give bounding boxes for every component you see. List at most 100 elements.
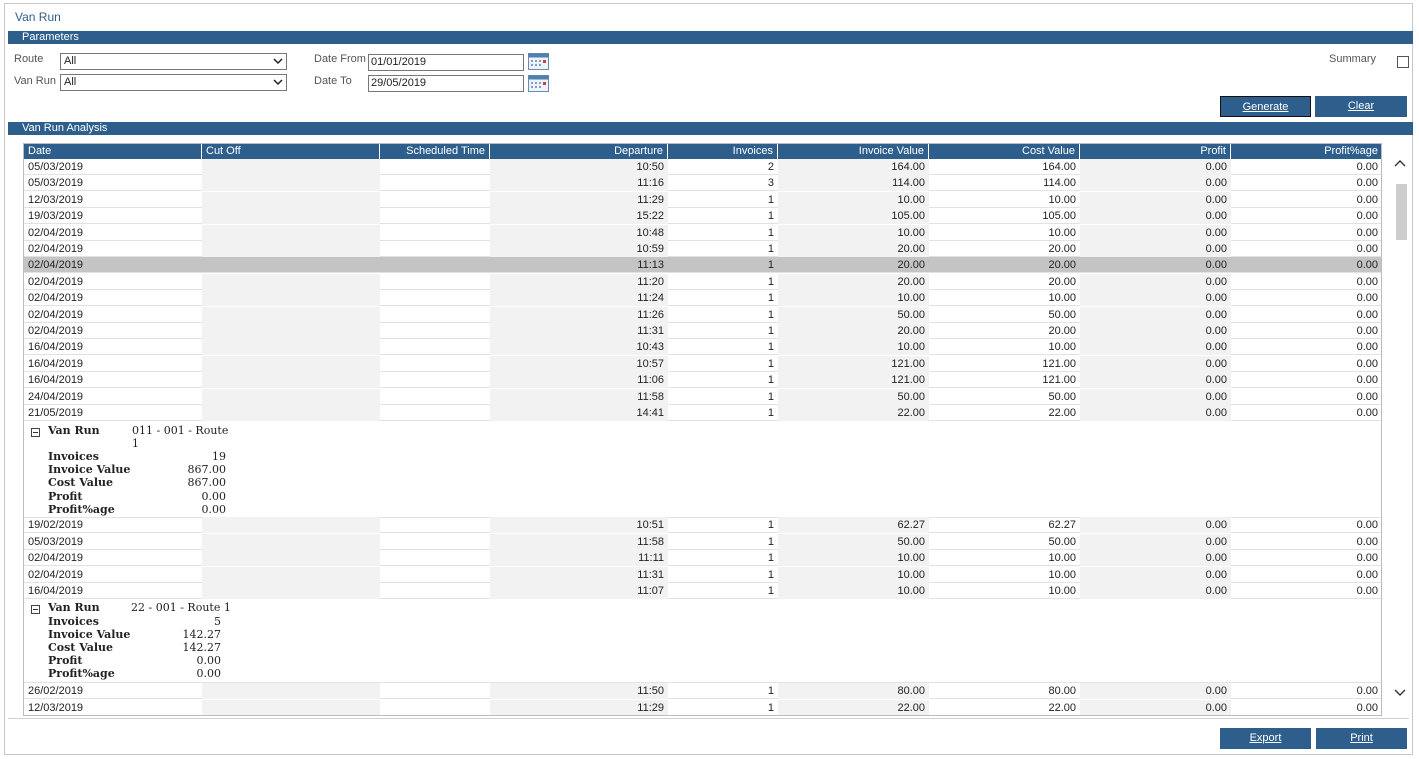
cell-profit: 0.00 [1080,159,1231,175]
print-button[interactable]: Print [1316,728,1407,749]
route-select[interactable]: All [60,53,287,70]
cell-cut-off [202,550,380,566]
cell-invoice-value: 10.00 [778,290,929,307]
table-row[interactable]: 05/03/2019 11:16 3 114.00 114.00 0.00 0.00 [24,175,1381,192]
cell-invoices: 1 [767,210,774,223]
cell-profit-pct: 0.00 [1356,535,1378,548]
cell-cost-value: 105.00 [1042,210,1076,223]
calendar-icon[interactable] [528,53,549,70]
column-header-profit-pct[interactable]: Profit%age [1231,144,1381,159]
cell-scheduled-time [380,372,490,388]
summary-checkbox[interactable] [1397,56,1409,68]
cell-cut-off [202,175,380,192]
cell-invoice-value: 50.00 [778,388,929,405]
clear-button[interactable]: Clear [1315,96,1407,117]
date-to-input[interactable]: 29/05/2019 [368,75,524,92]
column-header-date[interactable]: Date [24,144,202,159]
collapse-icon[interactable] [31,605,40,614]
vanrun-select[interactable]: All [60,74,287,91]
cell-invoice-value: 22.00 [778,405,929,421]
cell-cost-value: 114.00 [1043,177,1076,190]
cell-cut-off [202,241,380,257]
cell-invoices: 1 [767,226,774,239]
cell-scheduled-time [380,208,490,224]
cell-profit: 0.00 [1080,191,1231,208]
column-header-invoice-value[interactable]: Invoice Value [778,144,929,159]
table-row[interactable]: 19/03/2019 15:22 1 105.00 105.00 0.00 0.00 [24,208,1381,225]
date-from-input[interactable]: 01/01/2019 [368,54,524,71]
cell-departure: 11:31 [490,323,668,339]
table-row[interactable]: 12/03/2019 11:29 1 10.00 10.00 0.00 0.00 [24,191,1381,208]
group-title-label: Van Run [48,601,100,614]
table-row[interactable]: 05/03/2019 10:50 2 164.00 164.00 0.00 0.00 [24,159,1381,175]
cell-profit-pct: 0.00 [1356,243,1378,255]
route-label: Route [14,53,44,65]
cell-cost-value: 20.00 [1048,325,1076,337]
cell-profit-pct: 0.00 [1356,701,1378,714]
cell-cut-off [202,273,380,290]
cell-invoices: 1 [767,568,774,581]
date-to-label: Date To [314,75,352,87]
table-row[interactable]: 02/04/2019 10:48 1 10.00 10.00 0.00 0.00 [24,224,1381,241]
group-cost-value-label: Cost Value [48,641,114,654]
table-row[interactable]: 02/04/2019 11:20 1 20.00 20.00 0.00 0.00 [24,273,1381,290]
column-header-invoices[interactable]: Invoices [668,144,778,159]
table-row[interactable]: 12/03/2019 11:29 1 22.00 22.00 0.00 0.00 [24,699,1381,716]
cell-invoices: 1 [767,325,774,337]
table-row[interactable]: 26/02/2019 11:50 1 80.00 80.00 0.00 0.00 [24,683,1381,699]
column-header-cost-value[interactable]: Cost Value [929,144,1080,159]
group-summary-2: Van Run 22 - 001 - Route 1 Invoices 5 In… [24,600,1381,683]
cell-date: 02/04/2019 [28,243,84,255]
table-row[interactable]: 19/02/2019 10:51 1 62.27 62.27 0.00 0.00 [24,517,1381,533]
table-row[interactable]: 02/04/2019 11:11 1 10.00 10.00 0.00 0.00 [24,550,1381,566]
cell-date: 12/03/2019 [28,193,84,206]
cell-departure: 11:13 [637,259,664,272]
table-row[interactable]: 02/04/2019 10:59 1 20.00 20.00 0.00 0.00 [24,241,1381,257]
cell-profit: 0.00 [1080,405,1231,421]
cell-profit-pct: 0.00 [1356,390,1378,403]
table-row[interactable]: 16/04/2019 11:07 1 10.00 10.00 0.00 0.00 [24,583,1381,599]
cell-date: 02/04/2019 [28,226,84,239]
cell-profit-pct: 0.00 [1356,308,1378,321]
table-row[interactable]: 16/04/2019 10:43 1 10.00 10.00 0.00 0.00 [24,339,1381,356]
table-row[interactable]: 05/03/2019 11:58 1 50.00 50.00 0.00 0.00 [24,533,1381,550]
table-row[interactable]: 02/04/2019 11:24 1 10.00 10.00 0.00 0.00 [24,290,1381,307]
cell-profit: 0.00 [1080,175,1231,192]
group-profit-pct-value: 0.00 [201,503,227,516]
column-header-cut-off[interactable]: Cut Off [202,144,380,159]
table-row[interactable]: 02/04/2019 11:31 1 20.00 20.00 0.00 0.00 [24,323,1381,339]
generate-button[interactable]: Generate [1220,96,1311,117]
cell-invoices: 1 [767,259,774,272]
calendar-icon[interactable] [528,75,549,92]
cell-cut-off [202,224,380,241]
scroll-down-icon[interactable] [1394,688,1406,698]
cell-scheduled-time [380,583,490,599]
table-row[interactable]: 16/04/2019 10:57 1 121.00 121.00 0.00 0.00 [24,355,1381,372]
collapse-icon[interactable] [31,428,40,437]
cell-scheduled-time [380,323,490,339]
cell-scheduled-time [380,517,490,533]
scroll-up-icon[interactable] [1394,158,1406,168]
scrollbar-thumb[interactable] [1396,184,1407,240]
cell-date: 02/04/2019 [28,308,84,321]
table-row[interactable]: 21/05/2019 14:41 1 22.00 22.00 0.00 0.00 [24,405,1381,421]
table-row[interactable]: 02/04/2019 11:31 1 10.00 10.00 0.00 0.00 [24,566,1381,583]
table-row[interactable]: 02/04/2019 11:26 1 50.00 50.00 0.00 0.00 [24,306,1381,323]
cell-profit: 0.00 [1080,517,1231,533]
cell-invoice-value: 10.00 [778,566,929,583]
table-row[interactable]: 02/04/2019 11:13 1 20.00 20.00 0.00 0.00 [24,257,1381,274]
cell-scheduled-time [380,700,490,716]
table-row[interactable]: 16/04/2019 11:06 1 121.00 121.00 0.00 0.00 [24,372,1381,389]
cell-invoices: 3 [767,177,774,190]
cell-invoices: 1 [767,341,774,354]
column-header-departure[interactable]: Departure [490,144,668,159]
cell-scheduled-time [380,257,490,273]
page-title: Van Run [15,10,61,24]
cell-cut-off [202,323,380,339]
column-header-profit[interactable]: Profit [1080,144,1231,159]
export-button[interactable]: Export [1220,728,1311,749]
column-header-scheduled-time[interactable]: Scheduled Time [380,144,490,159]
table-row[interactable]: 24/04/2019 11:58 1 50.00 50.00 0.00 0.00 [24,388,1381,405]
cell-cut-off [202,159,380,175]
cell-invoices: 1 [767,308,774,321]
